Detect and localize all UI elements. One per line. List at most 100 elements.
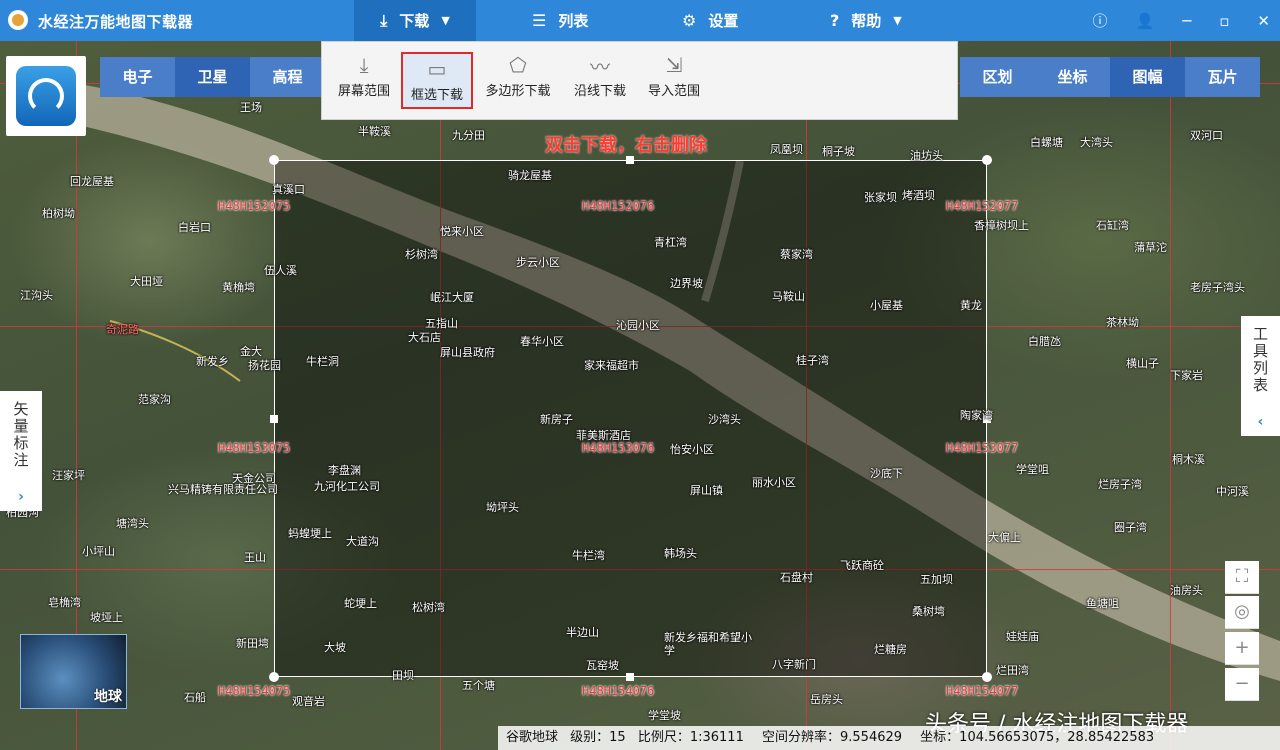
tab-coordinates[interactable]: 坐标 xyxy=(1035,57,1110,97)
place-label: 飞跃商砼 xyxy=(840,559,884,572)
menu-settings[interactable]: ⚙ 设置 xyxy=(682,0,738,41)
fullscreen-icon[interactable]: ⛶ xyxy=(1225,561,1259,594)
app-earth-logo[interactable] xyxy=(6,56,86,136)
import-range-button[interactable]: ⇲ 导入范围 xyxy=(640,50,708,112)
place-label: 烂糖房 xyxy=(874,643,907,656)
selection-handle[interactable] xyxy=(982,155,992,165)
place-label: 半边山 xyxy=(566,626,599,639)
tab-map-sheet[interactable]: 图幅 xyxy=(1110,57,1185,97)
locate-icon[interactable]: ◎ xyxy=(1225,596,1259,629)
place-label: 汪家坪 xyxy=(52,469,85,482)
place-label: 横山子 xyxy=(1126,357,1159,370)
place-label: 沙湾头 xyxy=(708,413,741,426)
place-label: 范家沟 xyxy=(138,393,171,406)
place-label: 沙底下 xyxy=(870,467,903,480)
sheet-label: H48H152076 xyxy=(582,199,655,213)
place-label: 五个塘 xyxy=(462,679,495,692)
selection-handle[interactable] xyxy=(626,156,634,164)
road-label: 奇泥路 xyxy=(106,323,139,336)
place-label: 桂子湾 xyxy=(796,354,829,367)
place-label: 大石店 xyxy=(408,331,441,344)
globe-thumbnail[interactable]: 地球 xyxy=(20,634,127,709)
chevron-left-icon: ‹ xyxy=(1257,414,1264,430)
place-label: 白岩口 xyxy=(178,221,211,234)
place-label: 白螺塘 xyxy=(1030,136,1063,149)
rectangle-select-icon: ▭ xyxy=(427,57,447,81)
place-label: 悦来小区 xyxy=(440,225,484,238)
place-label: 新发乡福和希望小学 xyxy=(664,631,752,657)
place-label: 石盘村 xyxy=(780,571,813,584)
place-label: 瓦窑坡 xyxy=(586,659,619,672)
place-label: 油房头 xyxy=(1170,584,1203,597)
polygon-download-label: 多边形下载 xyxy=(485,84,551,99)
list-icon: ☰ xyxy=(532,11,547,30)
zoom-out-icon[interactable]: − xyxy=(1225,668,1259,701)
tab-elevation[interactable]: 高程 xyxy=(250,57,325,97)
place-label: 大道沟 xyxy=(346,535,379,548)
place-label: 八字新门 xyxy=(772,658,816,671)
place-label: 怡安小区 xyxy=(670,443,714,456)
place-label: 青杠湾 xyxy=(654,236,687,249)
sheet-label: H48H153075 xyxy=(218,441,291,455)
close-icon[interactable]: ✕ xyxy=(1257,12,1270,30)
rectangle-select-label: 框选下载 xyxy=(410,88,463,103)
place-label: 桐木溪 xyxy=(1172,453,1205,466)
rectangle-select-button[interactable]: ▭ 框选下载 xyxy=(401,52,473,109)
place-label: 半鞍溪 xyxy=(358,125,391,138)
import-icon: ⇲ xyxy=(665,53,683,77)
polyline-download-button[interactable]: 〰 沿线下载 xyxy=(566,50,634,112)
selection-rectangle[interactable] xyxy=(274,160,987,677)
sheet-label: H48H154075 xyxy=(218,684,291,698)
user-icon[interactable]: 👤 xyxy=(1136,12,1155,30)
tab-satellite[interactable]: 卫星 xyxy=(175,57,250,97)
globe-label: 地球 xyxy=(94,689,122,705)
place-label: 杉树湾 xyxy=(405,248,438,261)
map-view[interactable]: 双击下载，右击删除 H48H152075 H48H152076 H48H1520… xyxy=(0,41,1280,750)
window-controls: ⓘ 👤 ─ ▫ ✕ xyxy=(1093,0,1270,41)
import-range-label: 导入范围 xyxy=(647,84,700,99)
place-label: 新房子 xyxy=(540,413,573,426)
place-label: 回龙屋基 xyxy=(70,175,114,188)
place-label: 九分田 xyxy=(452,129,485,142)
info-icon[interactable]: ⓘ xyxy=(1093,10,1108,31)
vector-annotation-panel[interactable]: 矢量标注 › xyxy=(0,391,42,511)
screen-range-button[interactable]: ⤓ 屏幕范围 xyxy=(330,50,398,112)
status-source: 谷歌地球 xyxy=(506,730,559,745)
sheet-label: H48H153076 xyxy=(582,441,655,455)
place-label: 柏树坳 xyxy=(42,207,75,220)
selection-handle[interactable] xyxy=(269,672,279,682)
place-label: 老房子湾头 xyxy=(1190,281,1245,294)
polygon-download-button[interactable]: ⬠ 多边形下载 xyxy=(480,50,556,112)
tab-electronic[interactable]: 电子 xyxy=(100,57,175,97)
minimize-icon[interactable]: ─ xyxy=(1182,12,1191,30)
place-label: 牛栏洞 xyxy=(306,355,339,368)
selection-handle[interactable] xyxy=(982,672,992,682)
place-label: 李盘渊 xyxy=(328,464,361,477)
place-label: 桐子坡 xyxy=(822,145,855,158)
chevron-right-icon: › xyxy=(18,489,24,505)
menu-list-label: 列表 xyxy=(558,12,589,30)
place-label: 大坡 xyxy=(324,641,346,654)
maximize-icon[interactable]: ▫ xyxy=(1219,12,1229,30)
tab-boundary[interactable]: 区划 xyxy=(960,57,1035,97)
zoom-in-icon[interactable]: + xyxy=(1225,632,1259,665)
place-label: 白腊氹 xyxy=(1028,335,1061,348)
app-title: 水经注万能地图下载器 xyxy=(38,13,194,31)
tab-tiles[interactable]: 瓦片 xyxy=(1185,57,1260,97)
selection-handle[interactable] xyxy=(269,155,279,165)
menu-help[interactable]: ? 帮助 ▼ xyxy=(830,0,902,41)
place-label: 下家岩 xyxy=(1170,369,1203,382)
place-label: 小屋基 xyxy=(870,299,903,312)
menu-download[interactable]: ⤓ 下载 ▼ xyxy=(354,0,476,41)
place-label: 坡垭上 xyxy=(90,611,123,624)
place-label: 新田塆 xyxy=(236,637,269,650)
selection-handle[interactable] xyxy=(270,415,278,423)
selection-handle[interactable] xyxy=(626,673,634,681)
place-label: 黄龙 xyxy=(960,299,982,312)
help-icon: ? xyxy=(830,11,840,30)
place-label: 步云小区 xyxy=(516,256,560,269)
menu-list[interactable]: ☰ 列表 xyxy=(532,0,588,41)
place-label: 岷江大厦 xyxy=(430,291,474,304)
tool-list-panel[interactable]: 工具列表 ‹ xyxy=(1241,316,1280,436)
place-label: 岳房头 xyxy=(810,693,843,706)
